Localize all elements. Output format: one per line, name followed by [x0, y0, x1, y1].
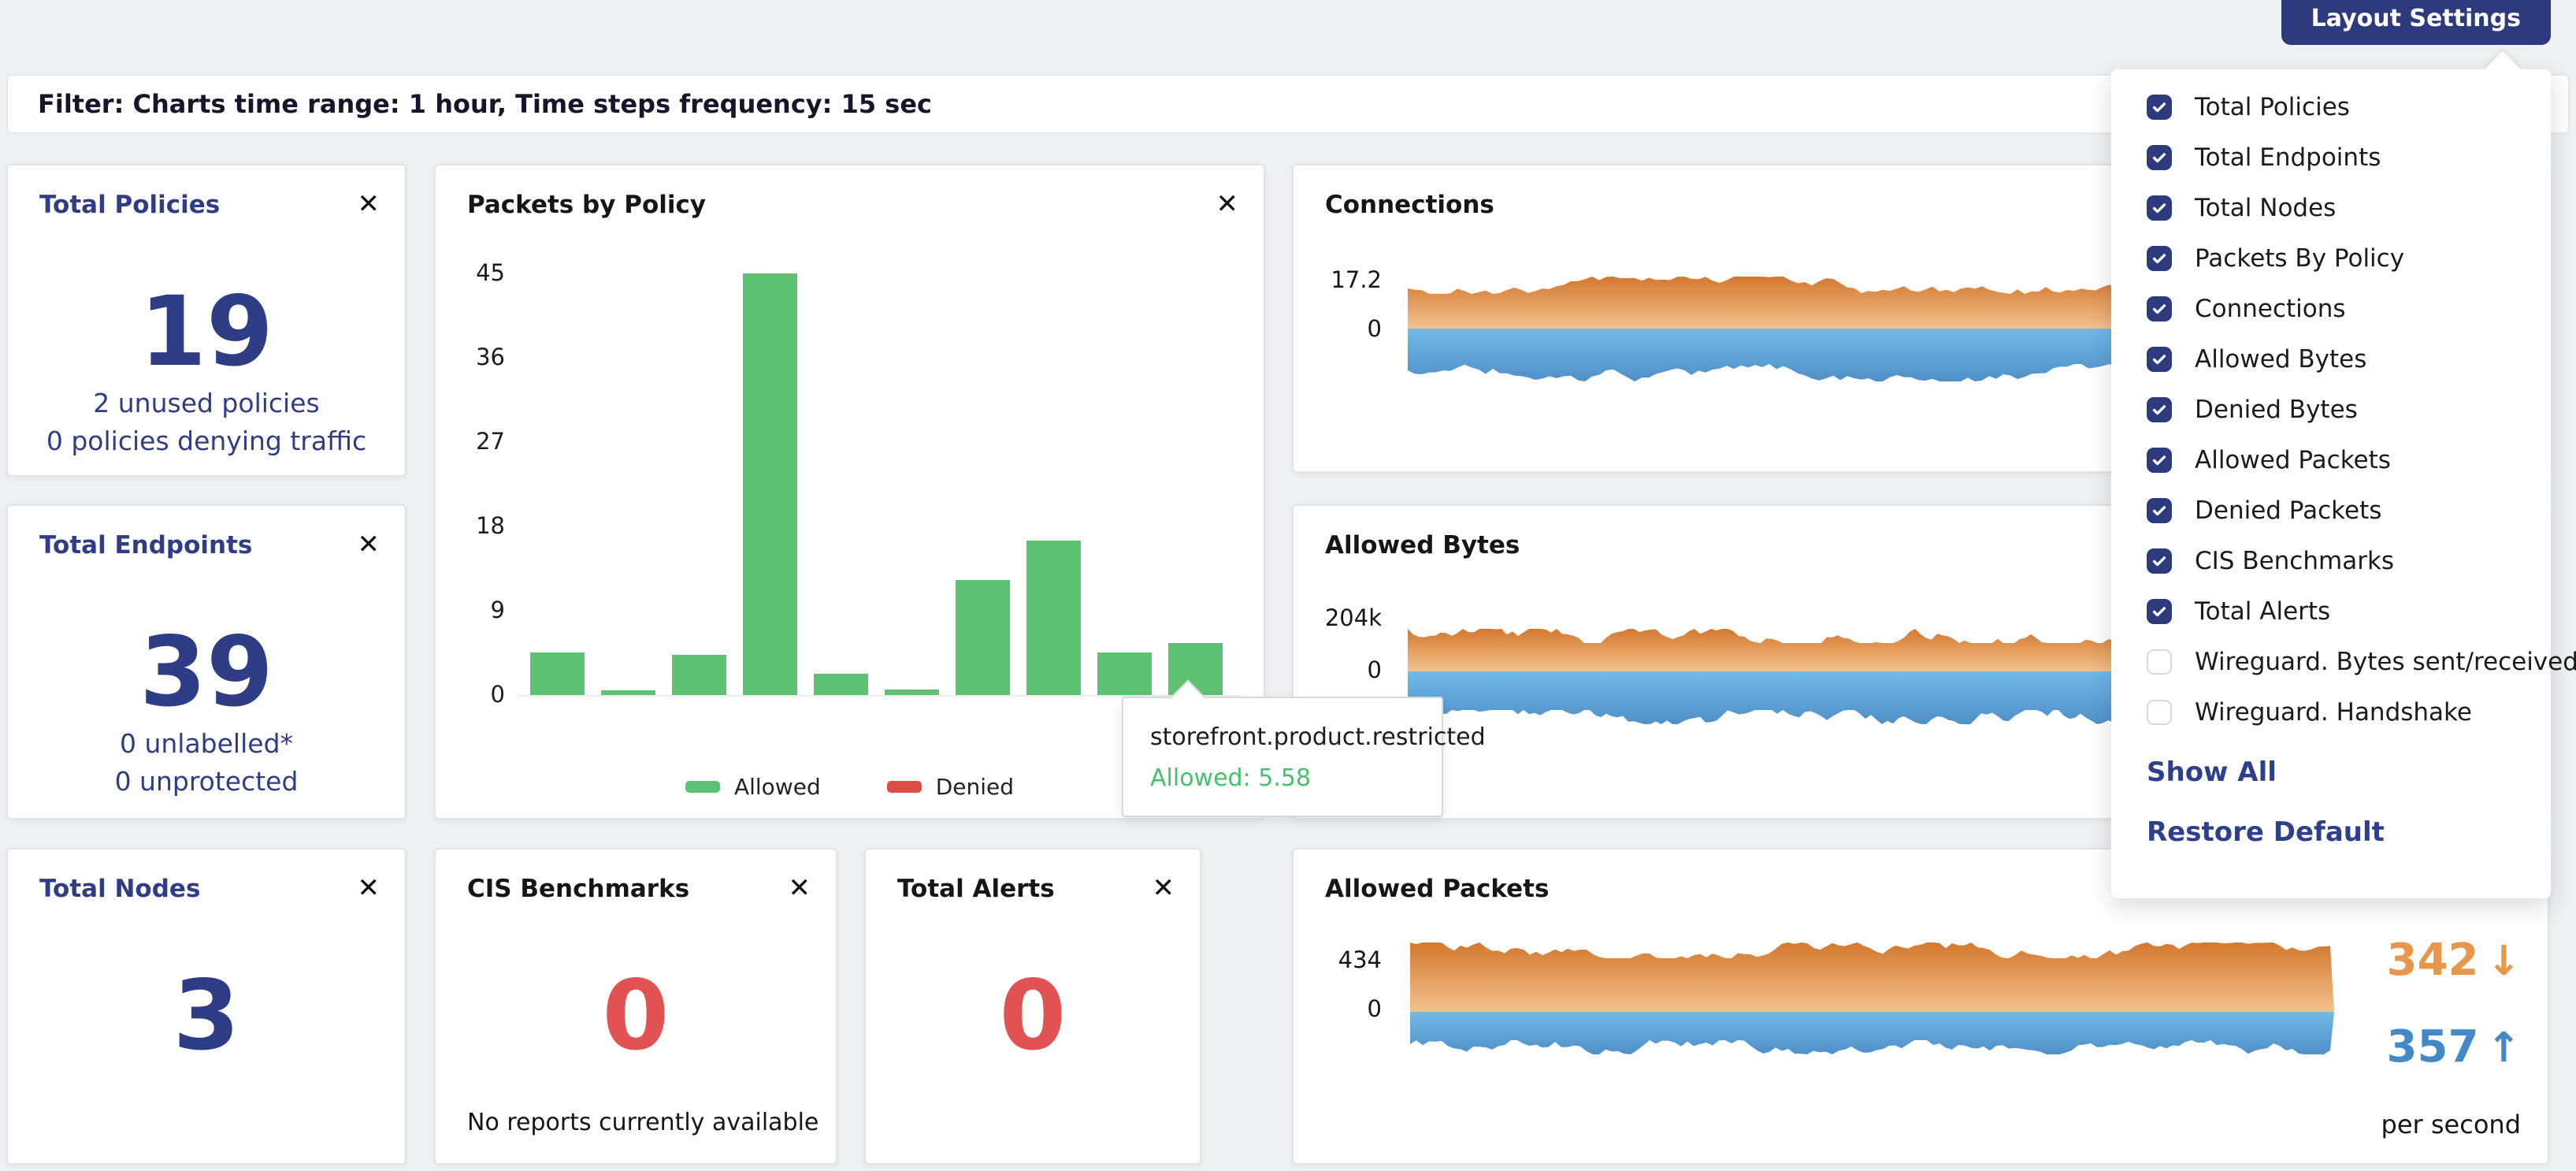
- unlabelled-text: 0 unlabelled*: [8, 728, 405, 759]
- arrow-down-icon: ↓: [2486, 938, 2521, 985]
- card-total-endpoints: Total Endpoints ✕ 39 0 unlabelled* 0 unp…: [6, 504, 406, 820]
- bar-allowed[interactable]: [672, 655, 726, 695]
- layout-menu-item[interactable]: Wireguard. Handshake: [2111, 687, 2551, 738]
- checkbox-checked-icon[interactable]: [2147, 498, 2172, 523]
- layout-menu-item[interactable]: Packets By Policy: [2111, 233, 2551, 284]
- y-axis-tick: 36: [436, 344, 505, 370]
- layout-settings-button[interactable]: Layout Settings: [2281, 0, 2551, 45]
- bar-allowed[interactable]: [885, 690, 939, 695]
- checkbox-checked-icon[interactable]: [2147, 397, 2172, 422]
- legend-allowed: Allowed: [685, 774, 821, 800]
- layout-menu-items: Total Policies Total Endpoints Total Nodes…: [2111, 82, 2551, 738]
- bar-allowed[interactable]: [814, 674, 868, 695]
- total-endpoints-value: 39: [8, 624, 405, 720]
- rate-inbound: 342↓: [2387, 935, 2521, 986]
- checkbox-checked-icon[interactable]: [2147, 548, 2172, 574]
- arrow-up-icon: ↑: [2486, 1024, 2521, 1072]
- checkbox-checked-icon[interactable]: [2147, 195, 2172, 221]
- layout-menu-item[interactable]: Total Nodes: [2111, 183, 2551, 233]
- layout-menu-item[interactable]: Denied Bytes: [2111, 385, 2551, 435]
- layout-menu-item[interactable]: Allowed Packets: [2111, 435, 2551, 485]
- layout-menu-item-label: CIS Benchmarks: [2195, 547, 2394, 575]
- layout-menu-item-label: Packets By Policy: [2195, 244, 2404, 273]
- legend-denied: Denied: [887, 774, 1014, 800]
- bar-allowed[interactable]: [743, 273, 797, 695]
- unprotected-text: 0 unprotected: [8, 766, 405, 797]
- unused-policies-text: 2 unused policies: [8, 388, 405, 418]
- layout-menu-item[interactable]: Denied Packets: [2111, 485, 2551, 536]
- y-axis-tick: 45: [436, 259, 505, 286]
- chart-tooltip: storefront.product.restricted Allowed: 5…: [1122, 697, 1443, 817]
- card-total-alerts: Total Alerts ✕ 0: [864, 848, 1201, 1165]
- denied-swatch-icon: [887, 781, 922, 793]
- layout-menu-item-label: Allowed Bytes: [2195, 345, 2366, 374]
- total-policies-value: 19: [8, 284, 405, 380]
- bar-allowed[interactable]: [956, 580, 1010, 695]
- card-title: Total Alerts: [897, 875, 1055, 903]
- checkbox-checked-icon[interactable]: [2147, 599, 2172, 624]
- layout-menu-item[interactable]: Total Endpoints: [2111, 132, 2551, 183]
- total-alerts-value: 0: [866, 968, 1200, 1064]
- card-title: Total Policies: [39, 191, 220, 219]
- layout-menu-item-label: Allowed Packets: [2195, 446, 2391, 474]
- layout-menu-item-label: Wireguard. Bytes sent/received: [2195, 648, 2576, 676]
- checkbox-checked-icon[interactable]: [2147, 246, 2172, 271]
- y-axis-tick: 18: [436, 512, 505, 539]
- checkbox-checked-icon[interactable]: [2147, 95, 2172, 120]
- filter-text: Filter: Charts time range: 1 hour, Time …: [38, 89, 932, 119]
- layout-menu-item[interactable]: Allowed Bytes: [2111, 334, 2551, 385]
- layout-menu-item-label: Denied Bytes: [2195, 396, 2358, 424]
- checkbox-checked-icon[interactable]: [2147, 448, 2172, 473]
- y-axis-tick: 27: [436, 428, 505, 455]
- card-title: Total Endpoints: [39, 531, 252, 559]
- allowed-swatch-icon: [685, 781, 720, 793]
- card-title: Total Nodes: [39, 875, 200, 903]
- cis-benchmarks-value: 0: [436, 968, 836, 1064]
- dashboard-page: Filter: Charts time range: 1 hour, Time …: [0, 0, 2576, 1171]
- layout-settings-menu: Total Policies Total Endpoints Total Nodes…: [2111, 69, 2551, 898]
- card-total-nodes: Total Nodes ✕ 3: [6, 848, 406, 1165]
- layout-menu-item-label: Denied Packets: [2195, 496, 2381, 525]
- rate-outbound: 357↑: [2387, 1021, 2521, 1072]
- close-icon[interactable]: ✕: [1153, 875, 1175, 901]
- restore-default-link[interactable]: Restore Default: [2147, 816, 2551, 848]
- denying-policies-text: 0 policies denying traffic: [8, 426, 405, 456]
- layout-menu-item-label: Total Alerts: [2195, 597, 2330, 626]
- show-all-link[interactable]: Show All: [2147, 757, 2551, 788]
- layout-menu-item-label: Total Nodes: [2195, 194, 2336, 222]
- layout-menu-item[interactable]: Connections: [2111, 284, 2551, 334]
- checkbox-unchecked-icon[interactable]: [2147, 700, 2172, 725]
- y-axis-tick: 0: [436, 681, 505, 708]
- total-nodes-value: 3: [8, 968, 405, 1064]
- checkbox-checked-icon[interactable]: [2147, 347, 2172, 372]
- card-total-policies: Total Policies ✕ 19 2 unused policies 0 …: [6, 164, 406, 477]
- bar-allowed[interactable]: [530, 652, 585, 695]
- layout-menu-item-label: Total Endpoints: [2195, 143, 2381, 172]
- card-title: CIS Benchmarks: [467, 875, 689, 903]
- close-icon[interactable]: ✕: [789, 875, 811, 901]
- close-icon[interactable]: ✕: [358, 191, 380, 217]
- layout-menu-item[interactable]: CIS Benchmarks: [2111, 536, 2551, 586]
- card-cis-benchmarks: CIS Benchmarks ✕ 0 No reports currently …: [434, 848, 837, 1165]
- checkbox-checked-icon[interactable]: [2147, 296, 2172, 322]
- rate-unit-label: per second: [2381, 1110, 2521, 1139]
- checkbox-checked-icon[interactable]: [2147, 145, 2172, 170]
- layout-menu-item-label: Connections: [2195, 295, 2346, 323]
- checkbox-unchecked-icon[interactable]: [2147, 649, 2172, 675]
- layout-menu-item[interactable]: Total Alerts: [2111, 586, 2551, 637]
- tooltip-policy-name: storefront.product.restricted: [1150, 723, 1415, 751]
- layout-menu-item[interactable]: Total Policies: [2111, 82, 2551, 132]
- close-icon[interactable]: ✕: [358, 875, 380, 901]
- layout-menu-item-label: Total Policies: [2195, 93, 2350, 121]
- bar-allowed[interactable]: [1026, 541, 1081, 695]
- layout-menu-item-label: Wireguard. Handshake: [2195, 698, 2472, 727]
- layout-menu-item[interactable]: Wireguard. Bytes sent/received: [2111, 637, 2551, 687]
- bar-allowed[interactable]: [601, 690, 655, 695]
- bar-allowed[interactable]: [1097, 652, 1152, 695]
- y-axis-tick: 9: [436, 597, 505, 623]
- tooltip-allowed-value: Allowed: 5.58: [1150, 764, 1415, 792]
- cis-note: No reports currently available: [467, 1109, 818, 1136]
- close-icon[interactable]: ✕: [358, 531, 380, 558]
